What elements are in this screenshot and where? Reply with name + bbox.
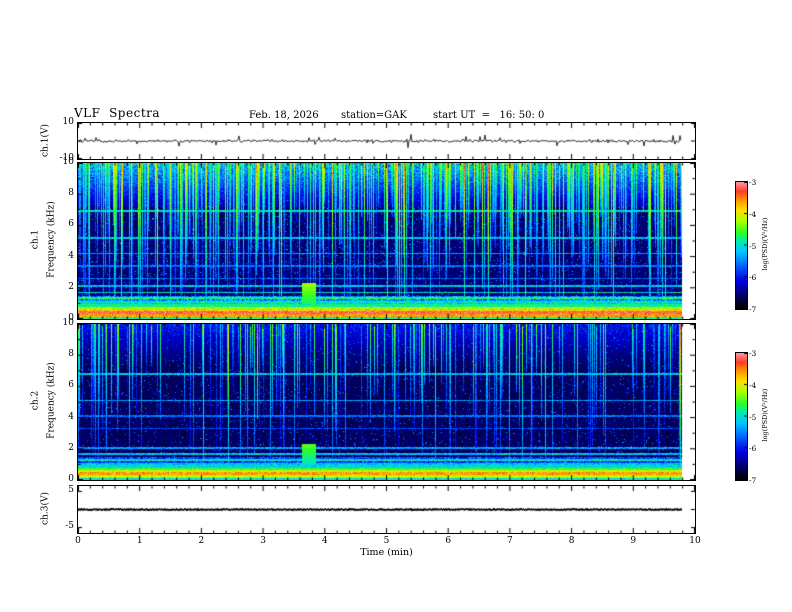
colorbar2-tick-label: -6 — [749, 444, 757, 454]
time-tick-label: 4 — [321, 536, 328, 546]
ch1-freq-tick-label: 6 — [68, 219, 74, 230]
time-tick-label: 9 — [630, 536, 637, 546]
time-axis-title: Time (min) — [360, 547, 413, 558]
ch3-waveform-panel — [77, 485, 696, 534]
ch3-waveform-ylabel: ch.3(V) — [40, 492, 51, 525]
time-tick-label: 1 — [136, 536, 143, 546]
ch1-volt-tick-label: -10 — [59, 153, 75, 163]
time-tick-label: 10 — [689, 536, 701, 546]
ch2-freq-tick-label: 2 — [68, 442, 74, 453]
ch3-volt-tick-label: -5 — [65, 521, 74, 531]
ch1-volt-tick-label: 10 — [62, 117, 74, 127]
ch2-colorbar — [735, 352, 748, 481]
colorbar2-tick-label: -7 — [749, 476, 757, 485]
ch1-spectrogram-panel — [77, 162, 696, 320]
ch3-volt-tick-label: 5 — [68, 485, 74, 495]
start-ut-label: start UT = 16: 50: 0 — [433, 110, 545, 121]
time-tick-label: 7 — [507, 536, 513, 546]
date-label: Feb. 18, 2026 — [249, 110, 319, 121]
time-tick-label: 0 — [75, 536, 81, 546]
time-tick-label: 6 — [445, 536, 452, 546]
colorbar1-tick-label: -3 — [749, 178, 757, 187]
ch2-channel-label: ch.2 — [30, 390, 41, 411]
ch1-channel-label: ch.1 — [30, 229, 41, 250]
vlf-spectra-figure: VLF Spectra Feb. 18, 2026 station=GAK st… — [0, 0, 792, 612]
colorbar1-tick-label: -4 — [749, 209, 757, 219]
colorbar2-tick-label: -4 — [749, 380, 757, 390]
ch2-freq-tick-label: 0 — [68, 474, 74, 484]
ch1-freq-tick-label: 4 — [68, 250, 74, 261]
figure-title: VLF Spectra — [74, 106, 161, 120]
ch1-waveform-panel — [77, 122, 696, 160]
ch2-freq-tick-label: 4 — [68, 411, 74, 422]
time-tick-label: 5 — [383, 536, 390, 546]
time-tick-label: 3 — [260, 536, 266, 546]
ch2-freq-tick-label: 6 — [68, 380, 74, 391]
time-tick-label: 8 — [568, 536, 575, 546]
station-label: station=GAK — [341, 110, 407, 121]
ch1-freq-tick-label: 8 — [68, 188, 74, 199]
colorbar1-tick-label: -5 — [749, 241, 757, 251]
ch1-colorbar — [735, 181, 748, 310]
time-tick-label: 2 — [198, 536, 205, 546]
ch2-spectrogram-panel — [77, 323, 696, 481]
ch1-freq-tick-label: 2 — [68, 281, 74, 292]
ch2-freq-tick-label: 8 — [68, 349, 74, 360]
colorbar1-tick-label: -6 — [749, 273, 757, 283]
ch2-freq-tick-label: 10 — [62, 318, 74, 328]
colorbar2-tick-label: -3 — [749, 349, 757, 358]
colorbar1-tick-label: -7 — [749, 305, 757, 314]
colorbar2-tick-label: -5 — [749, 412, 757, 422]
